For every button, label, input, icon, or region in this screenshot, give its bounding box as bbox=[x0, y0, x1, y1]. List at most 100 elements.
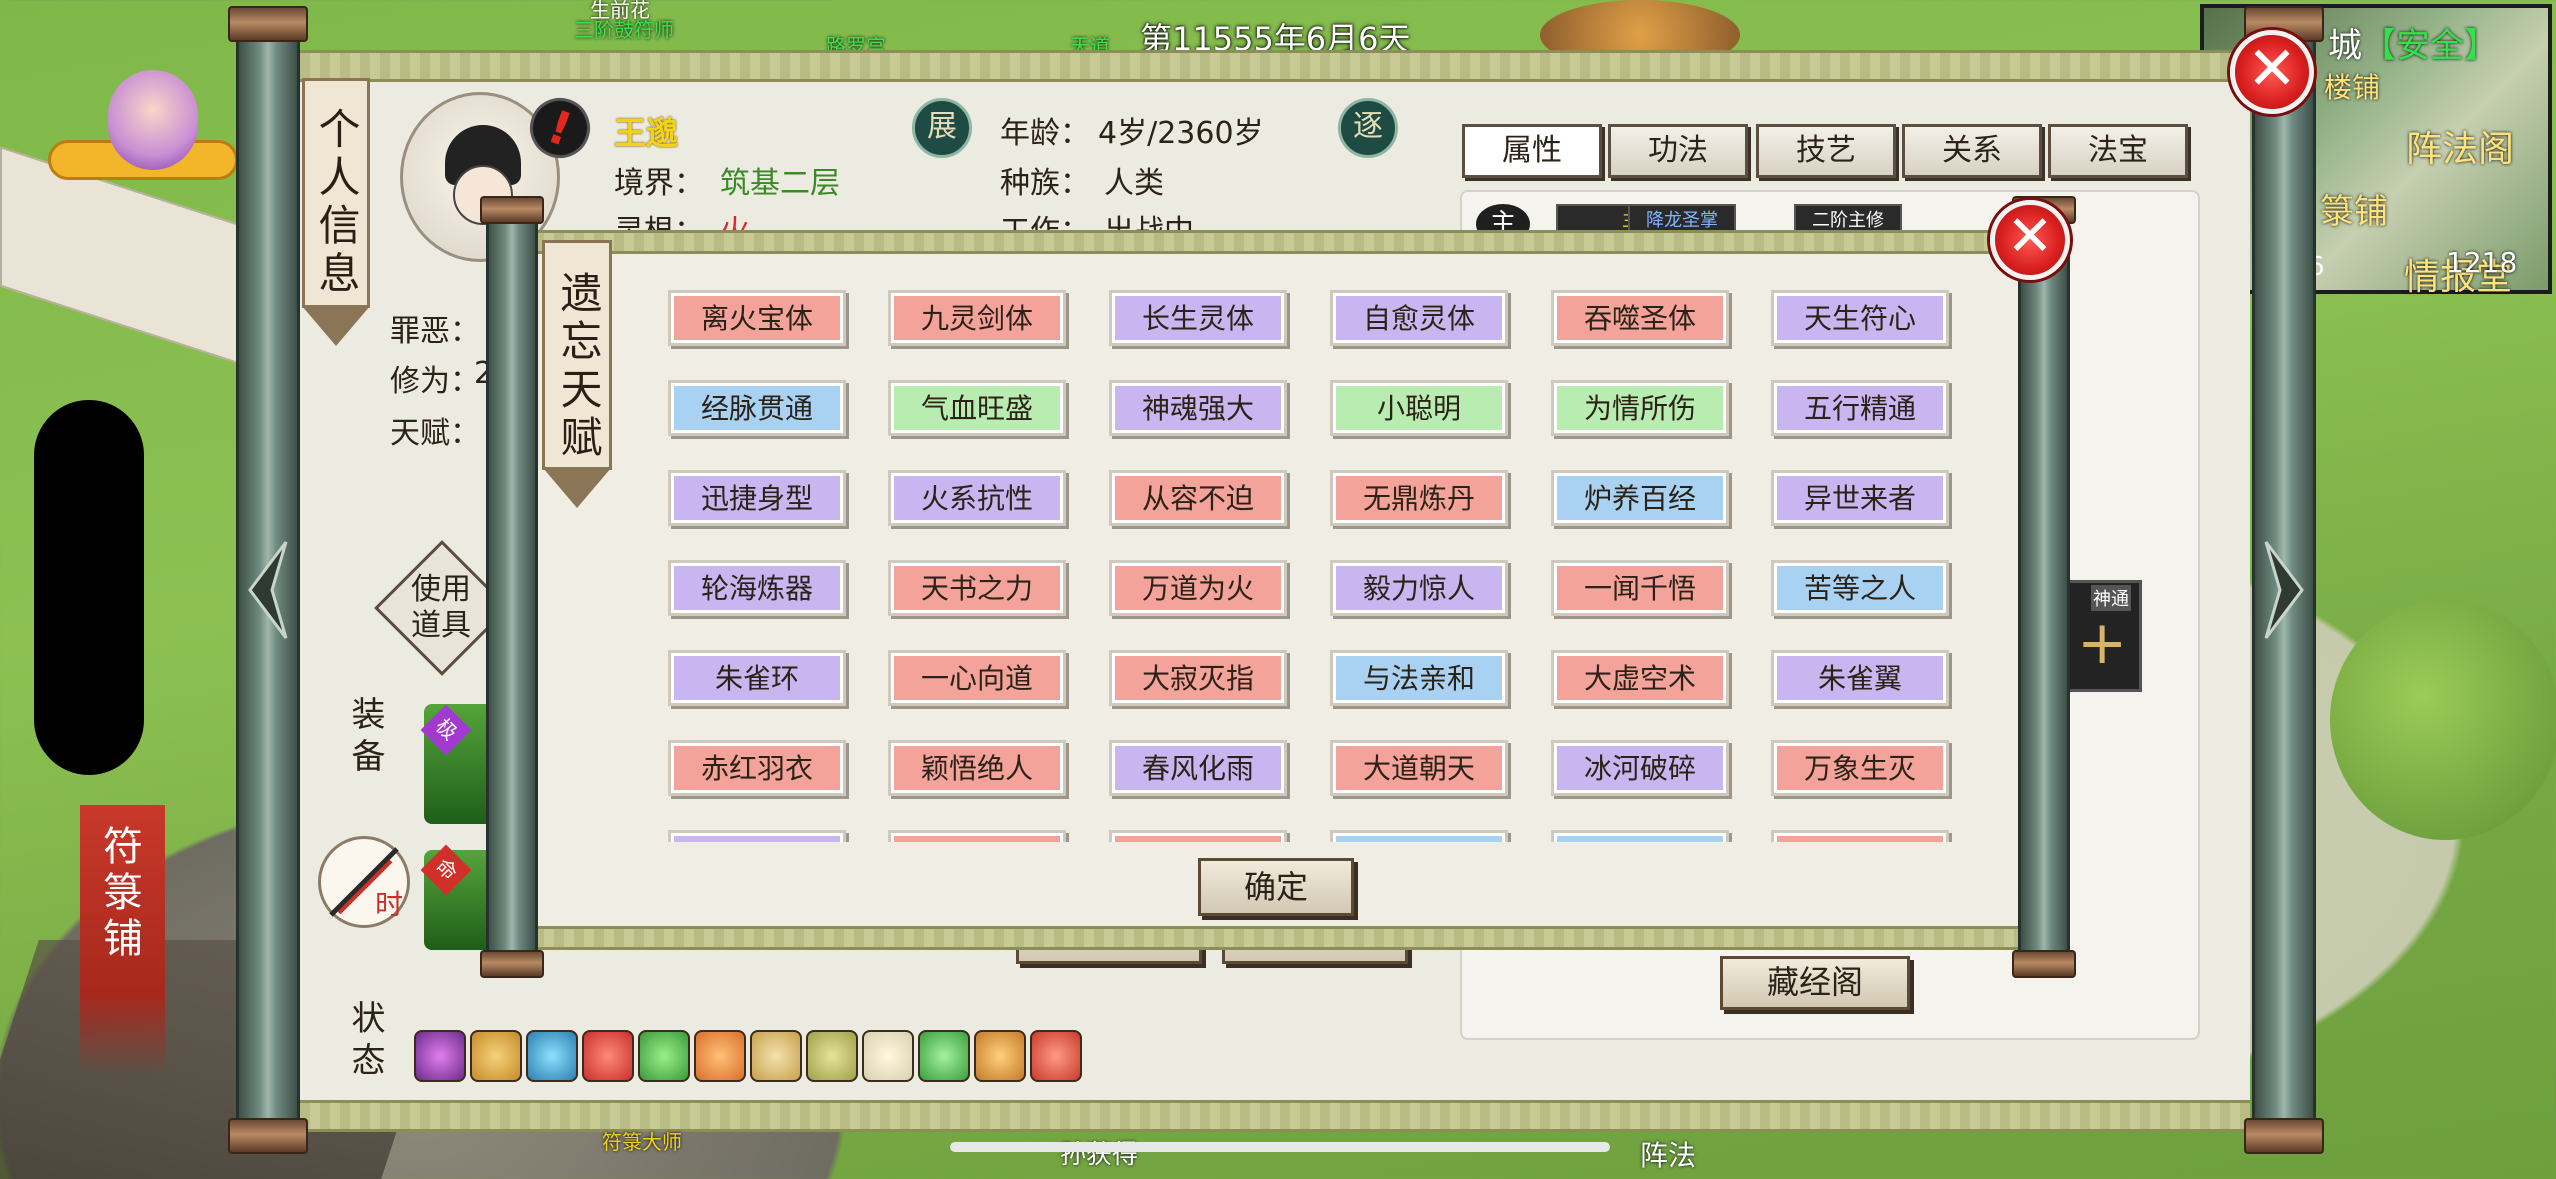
talent-option[interactable]: 朱雀环 bbox=[668, 650, 846, 706]
top-name-2: 三阶鼓符师 bbox=[574, 18, 674, 42]
home-indicator bbox=[950, 1142, 1610, 1152]
dialog-right-pillar bbox=[2018, 214, 2070, 964]
talent-option[interactable]: 九灵剑体 bbox=[888, 290, 1066, 346]
talent-option[interactable]: 无鼎炼丹 bbox=[1330, 470, 1508, 526]
talent-option[interactable]: 离火宝体 bbox=[668, 290, 846, 346]
talent-option[interactable]: 长生灵体 bbox=[1109, 290, 1287, 346]
talent-option-partial[interactable] bbox=[1771, 830, 1949, 842]
use-item-label: 使用道具 bbox=[411, 572, 471, 643]
cultivation-label: 修为： bbox=[390, 364, 480, 399]
talent-option[interactable]: 神魂强大 bbox=[1109, 380, 1287, 436]
status-effect-icon[interactable] bbox=[1030, 1030, 1082, 1082]
shop-banner-label: 符箓铺 bbox=[96, 825, 142, 963]
player-avatar[interactable] bbox=[48, 60, 238, 200]
talent-option[interactable]: 小聪明 bbox=[1330, 380, 1508, 436]
talent-option[interactable]: 自愈灵体 bbox=[1330, 290, 1508, 346]
talent-option[interactable]: 经脉贯通 bbox=[668, 380, 846, 436]
talent-option[interactable]: 大寂灭指 bbox=[1109, 650, 1287, 706]
age-value: 4岁/2360岁 bbox=[1098, 116, 1264, 151]
talent-label: 天赋： bbox=[390, 416, 480, 451]
tab-treasures[interactable]: 法宝 bbox=[2048, 124, 2188, 178]
status-effect-icon[interactable] bbox=[750, 1030, 802, 1082]
bottom-npc-name: 符箓大师 bbox=[602, 1130, 682, 1154]
talent-option[interactable]: 毅力惊人 bbox=[1330, 560, 1508, 616]
library-button[interactable]: 藏经阁 bbox=[1720, 956, 1910, 1010]
dialog-top-band bbox=[534, 230, 2026, 254]
background-tree bbox=[2330, 600, 2556, 840]
status-effect-icon[interactable] bbox=[582, 1030, 634, 1082]
talent-option[interactable]: 火系抗性 bbox=[888, 470, 1066, 526]
talent-option[interactable]: 颖悟绝人 bbox=[888, 740, 1066, 796]
talent-option[interactable]: 轮海炼器 bbox=[668, 560, 846, 616]
bottom-fragment-1: 孙获得 bbox=[1060, 1140, 1139, 1170]
escape-seal-button[interactable]: 逐 bbox=[1338, 98, 1398, 158]
prev-page-arrow-icon[interactable] bbox=[246, 540, 290, 640]
talent-option[interactable]: 五行精通 bbox=[1771, 380, 1949, 436]
panel-top-band bbox=[300, 50, 2250, 82]
pillar-cap bbox=[480, 196, 544, 224]
talent-option[interactable]: 天生符心 bbox=[1771, 290, 1949, 346]
character-name: 王邈 bbox=[614, 114, 679, 152]
talent-option[interactable]: 赤红羽衣 bbox=[668, 740, 846, 796]
talent-option[interactable]: 大道朝天 bbox=[1330, 740, 1508, 796]
talent-option-partial[interactable] bbox=[888, 830, 1066, 842]
pillar-cap bbox=[2012, 950, 2076, 978]
realm-label: 境界： bbox=[614, 166, 704, 201]
talent-option-partial[interactable] bbox=[1109, 830, 1287, 842]
confirm-button[interactable]: 确定 bbox=[1198, 858, 1354, 916]
status-label: 状态 bbox=[345, 1000, 385, 1084]
minimap-label-5: 1218 bbox=[2446, 246, 2518, 279]
status-effect-icon[interactable] bbox=[918, 1030, 970, 1082]
status-effect-icon[interactable] bbox=[694, 1030, 746, 1082]
timer-label: 时 bbox=[375, 888, 404, 921]
talent-option[interactable]: 万象生灭 bbox=[1771, 740, 1949, 796]
talent-option-partial[interactable] bbox=[668, 830, 846, 842]
status-effect-icon[interactable] bbox=[470, 1030, 522, 1082]
label-tail bbox=[543, 468, 611, 508]
status-effect-icon[interactable] bbox=[974, 1030, 1026, 1082]
talent-option-partial[interactable] bbox=[1330, 830, 1508, 842]
talent-option[interactable]: 万道为火 bbox=[1109, 560, 1287, 616]
artifact-slot[interactable]: 神通 + bbox=[2064, 580, 2142, 692]
status-effect-icon[interactable] bbox=[806, 1030, 858, 1082]
talent-option[interactable]: 吞噬圣体 bbox=[1551, 290, 1729, 346]
side-panel-blackout bbox=[34, 400, 144, 775]
talent-option[interactable]: 与法亲和 bbox=[1330, 650, 1508, 706]
bottom-fragment-2: 阵法 bbox=[1640, 1139, 1697, 1172]
talent-option[interactable]: 一心向道 bbox=[888, 650, 1066, 706]
shop-banner[interactable]: 符箓铺 bbox=[80, 805, 165, 1075]
status-effect-icon[interactable] bbox=[526, 1030, 578, 1082]
sin-label: 罪恶： bbox=[390, 314, 480, 349]
race-value: 人类 bbox=[1104, 166, 1164, 201]
status-effect-icon[interactable] bbox=[414, 1030, 466, 1082]
tab-skills[interactable]: 技艺 bbox=[1756, 124, 1896, 178]
label-tail bbox=[302, 306, 370, 346]
talent-option[interactable]: 冰河破碎 bbox=[1551, 740, 1729, 796]
talent-option[interactable]: 炉养百经 bbox=[1551, 470, 1729, 526]
tab-relations[interactable]: 关系 bbox=[1902, 124, 2042, 178]
talent-option[interactable]: 大虚空术 bbox=[1551, 650, 1729, 706]
talent-option[interactable]: 迅捷身型 bbox=[668, 470, 846, 526]
expand-seal-button[interactable]: 展 bbox=[912, 98, 972, 158]
talent-option[interactable]: 春风化雨 bbox=[1109, 740, 1287, 796]
status-effect-icon[interactable] bbox=[638, 1030, 690, 1082]
talent-option[interactable]: 为情所伤 bbox=[1551, 380, 1729, 436]
tab-attributes[interactable]: 属性 bbox=[1462, 124, 1602, 178]
timer-icon[interactable]: 时 bbox=[318, 836, 410, 928]
talent-option[interactable]: 异世来者 bbox=[1771, 470, 1949, 526]
dialog-title: 遗忘天赋 bbox=[542, 240, 612, 470]
next-page-arrow-icon[interactable] bbox=[2262, 540, 2306, 640]
talent-option-partial[interactable] bbox=[1551, 830, 1729, 842]
talent-option[interactable]: 一闻千悟 bbox=[1551, 560, 1729, 616]
tab-techniques[interactable]: 功法 bbox=[1608, 124, 1748, 178]
talent-option[interactable]: 天书之力 bbox=[888, 560, 1066, 616]
close-panel-button[interactable]: ✕ bbox=[2230, 30, 2314, 114]
talent-option[interactable]: 从容不迫 bbox=[1109, 470, 1287, 526]
safety-status: 【安全】 bbox=[2362, 26, 2498, 66]
talent-option[interactable]: 苦等之人 bbox=[1771, 560, 1949, 616]
status-effect-icon[interactable] bbox=[862, 1030, 914, 1082]
close-dialog-button[interactable]: ✕ bbox=[1990, 200, 2070, 280]
status-icon-row bbox=[414, 1030, 1082, 1090]
talent-option[interactable]: 朱雀翼 bbox=[1771, 650, 1949, 706]
talent-option[interactable]: 气血旺盛 bbox=[888, 380, 1066, 436]
